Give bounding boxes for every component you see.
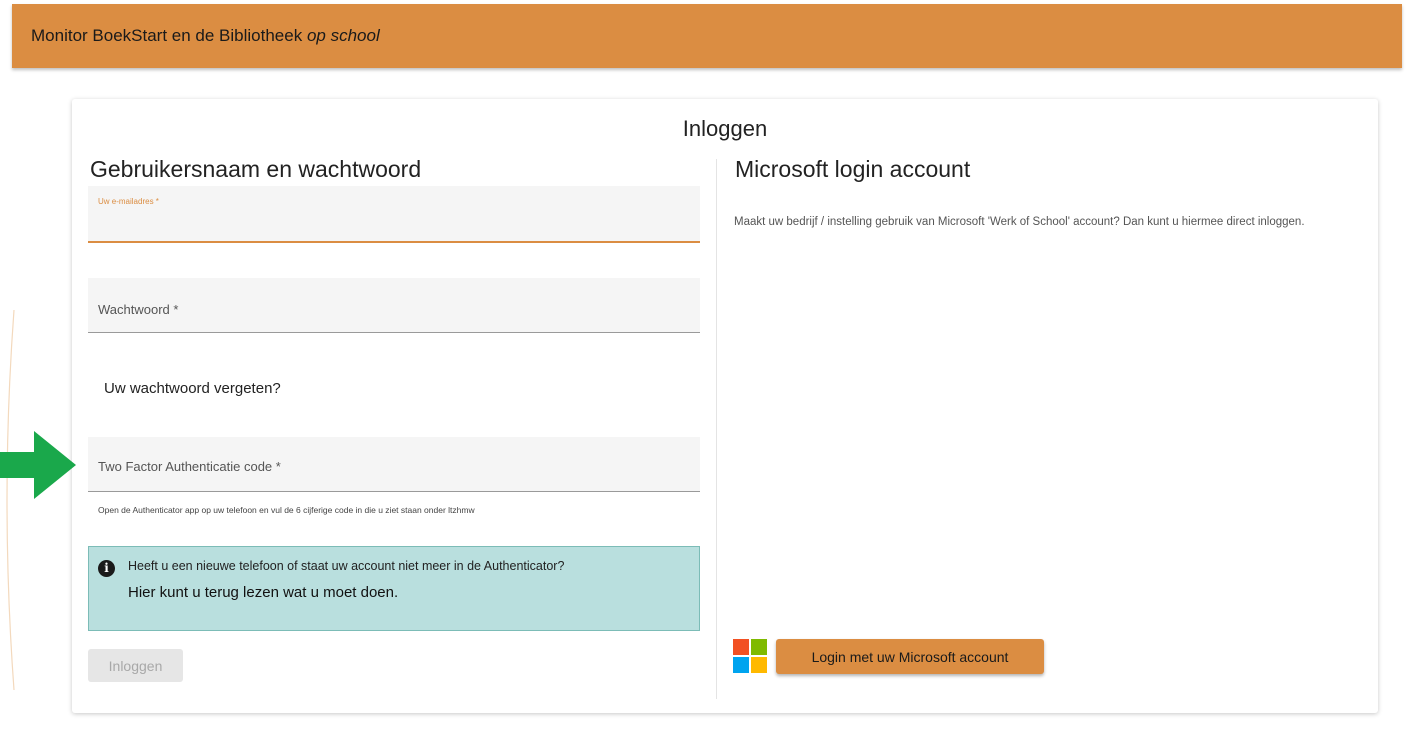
tfa-input[interactable]	[98, 455, 690, 477]
microsoft-logo-square-red	[733, 639, 749, 655]
microsoft-logo-square-yellow	[751, 657, 767, 673]
forgot-password-link[interactable]: Uw wachtwoord vergeten?	[104, 380, 281, 397]
info-circle-icon: i	[98, 560, 115, 577]
info-link[interactable]: Hier kunt u terug lezen wat u moet doen.	[128, 584, 398, 601]
microsoft-column: Microsoft login account Maakt uw bedrijf…	[733, 99, 1363, 713]
microsoft-login-button[interactable]: Login met uw Microsoft account	[776, 639, 1044, 674]
column-divider	[716, 159, 717, 699]
email-label: Uw e-mailadres *	[98, 197, 159, 206]
email-field[interactable]: Uw e-mailadres *	[88, 186, 700, 243]
tfa-hint: Open de Authenticator app op uw telefoon…	[98, 505, 475, 515]
arrow-shape	[0, 431, 76, 499]
microsoft-logo-square-green	[751, 639, 767, 655]
microsoft-logo-icon	[733, 639, 767, 673]
tfa-field[interactable]: Two Factor Authenticatie code *	[88, 437, 700, 492]
credentials-column: Gebruikersnaam en wachtwoord Uw e-mailad…	[88, 99, 700, 713]
app-title-emphasis: op school	[306, 26, 380, 45]
info-text: Heeft u een nieuwe telefoon of staat uw …	[128, 559, 565, 573]
credentials-title: Gebruikersnaam en wachtwoord	[90, 156, 422, 182]
info-box: i Heeft u een nieuwe telefoon of staat u…	[88, 546, 700, 631]
password-field[interactable]: Wachtwoord *	[88, 278, 700, 333]
login-card: Inloggen Gebruikersnaam en wachtwoord Uw…	[72, 99, 1378, 713]
top-bar: Monitor BoekStart en de Bibliotheek op s…	[12, 4, 1402, 68]
app-title-main: Monitor BoekStart en de Bibliotheek	[31, 26, 303, 45]
microsoft-title: Microsoft login account	[735, 156, 971, 182]
microsoft-logo-square-blue	[733, 657, 749, 673]
login-button[interactable]: Inloggen	[88, 649, 183, 682]
password-input[interactable]	[98, 298, 690, 320]
email-input[interactable]	[98, 214, 690, 232]
app-title: Monitor BoekStart en de Bibliotheek op s…	[31, 26, 380, 46]
microsoft-description: Maakt uw bedrijf / instelling gebruik va…	[734, 216, 1305, 228]
arrow-right-icon	[0, 431, 76, 499]
